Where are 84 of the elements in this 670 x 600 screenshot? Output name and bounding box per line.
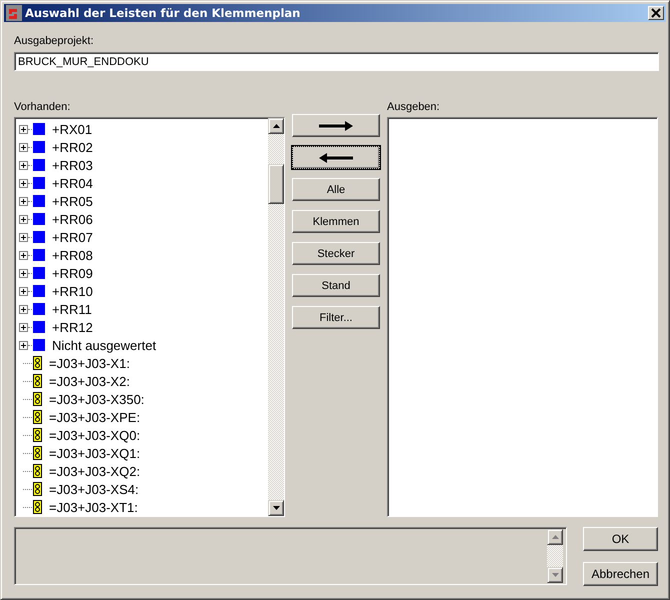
square-icon: [33, 231, 45, 243]
close-button[interactable]: [648, 6, 664, 20]
down-arrow-icon: [272, 506, 280, 510]
terminal-icon: [33, 392, 42, 406]
expand-icon[interactable]: [19, 268, 28, 278]
action-button[interactable]: Alle: [292, 178, 380, 201]
tree-item[interactable]: =J03+J03-XQ2:: [49, 464, 140, 478]
square-icon: [33, 303, 45, 315]
tree-item[interactable]: +RR12: [52, 320, 93, 334]
tree-item[interactable]: +RR03: [52, 158, 93, 172]
window-title: Auswahl der Leisten für den Klemmenplan: [25, 6, 302, 20]
square-icon: [33, 123, 45, 135]
action-button[interactable]: Stecker: [292, 242, 380, 265]
remove-button[interactable]: [292, 146, 380, 169]
square-icon: [33, 267, 45, 279]
square-icon: [33, 285, 45, 297]
expand-icon[interactable]: [19, 124, 28, 134]
close-icon: [651, 8, 661, 18]
up-arrow-icon: [272, 124, 280, 128]
terminal-icon: [33, 464, 42, 478]
square-icon: [33, 159, 45, 171]
list-label: Vorhanden:: [14, 101, 72, 114]
scrollbar[interactable]: [547, 529, 563, 583]
terminal-icon: [33, 446, 42, 460]
tree-item[interactable]: =J03+J03-XQ1:: [49, 446, 140, 460]
dialog-button[interactable]: OK: [583, 527, 658, 551]
tree-item[interactable]: +RR11: [52, 302, 92, 316]
expand-icon[interactable]: [19, 232, 28, 242]
right-arrow-icon: [319, 120, 353, 130]
tree-item[interactable]: +RR05: [52, 194, 93, 208]
tree-item[interactable]: +RR10: [52, 284, 93, 298]
left-arrow-icon: [319, 152, 353, 162]
square-icon: [33, 321, 45, 333]
terminal-icon: [33, 410, 42, 424]
tree-item[interactable]: +RR07: [52, 230, 93, 244]
expand-icon[interactable]: [19, 286, 28, 296]
dialog-button[interactable]: Abbrechen: [583, 562, 658, 586]
action-button[interactable]: Filter...: [292, 306, 380, 329]
expand-icon[interactable]: [19, 250, 28, 260]
scroll-thumb[interactable]: [268, 164, 284, 204]
square-icon: [33, 195, 45, 207]
tree-item[interactable]: +RR02: [52, 140, 93, 154]
list-label: Ausgeben:: [387, 101, 441, 114]
project-field[interactable]: BRUCK_MUR_ENDDOKU: [14, 52, 659, 71]
expand-icon[interactable]: [19, 214, 28, 224]
tree-item[interactable]: +RR09: [52, 266, 93, 280]
tree-list[interactable]: [14, 117, 285, 517]
terminal-icon: [33, 482, 42, 496]
down-arrow-icon: [552, 573, 558, 577]
square-icon: [33, 249, 45, 261]
field-label: Ausgabeprojekt:: [14, 35, 94, 48]
scrollbar[interactable]: [268, 118, 284, 516]
tree-item[interactable]: =J03+J03-X1:: [49, 356, 130, 370]
tree-item[interactable]: +RR04: [52, 176, 93, 190]
terminal-icon: [33, 428, 42, 442]
terminal-icon: [33, 500, 42, 514]
tree-item[interactable]: Nicht ausgewertet: [52, 338, 156, 352]
action-button[interactable]: Klemmen: [292, 210, 380, 233]
tree-item[interactable]: =J03+J03-X350:: [49, 392, 144, 406]
expand-icon[interactable]: [19, 196, 28, 206]
square-icon: [33, 339, 45, 351]
expand-icon[interactable]: [19, 340, 28, 350]
square-icon: [33, 141, 45, 153]
square-icon: [33, 213, 45, 225]
tree-item[interactable]: =J03+J03-XQ0:: [49, 428, 140, 442]
tree-item[interactable]: +RX01: [52, 122, 92, 136]
expand-icon[interactable]: [19, 178, 28, 188]
tree-item[interactable]: =J03+J03-XPE:: [49, 410, 140, 424]
tree-item[interactable]: +RR08: [52, 248, 93, 262]
terminal-icon: [33, 356, 42, 370]
expand-icon[interactable]: [19, 322, 28, 332]
tree-item[interactable]: =J03+J03-X2:: [49, 374, 130, 388]
expand-icon[interactable]: [19, 142, 28, 152]
square-icon: [33, 177, 45, 189]
tree-item[interactable]: =J03+J03-XT1:: [49, 500, 138, 514]
terminal-icon: [33, 374, 42, 388]
add-button[interactable]: [292, 114, 380, 137]
up-arrow-icon: [552, 535, 558, 539]
tree-item[interactable]: =J03+J03-XS4:: [49, 482, 139, 496]
app-icon: [6, 5, 22, 21]
expand-icon[interactable]: [19, 304, 28, 314]
action-button[interactable]: Stand: [292, 274, 380, 297]
expand-icon[interactable]: [19, 160, 28, 170]
tree-item[interactable]: +RR06: [52, 212, 93, 226]
